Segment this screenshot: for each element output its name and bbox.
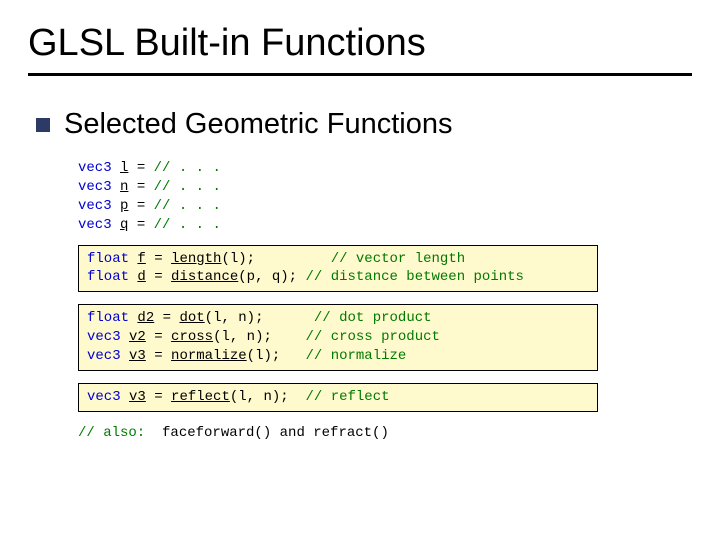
var-v2: v2	[129, 329, 146, 345]
var-v3: v3	[129, 389, 146, 405]
fn-cross: cross	[171, 329, 213, 345]
bullet-text: Selected Geometric Functions	[64, 108, 452, 141]
also-rest: faceforward() and refract()	[145, 425, 389, 441]
cmt: // vector length	[331, 251, 465, 267]
var-f: f	[137, 251, 145, 267]
kw-vec3: vec3	[87, 348, 121, 364]
cmt: // reflect	[305, 389, 389, 405]
kw-float: float	[87, 269, 129, 285]
args: (l, n);	[205, 310, 264, 326]
args: (p, q);	[238, 269, 297, 285]
kw-float: float	[87, 310, 129, 326]
var-d2: d2	[137, 310, 154, 326]
square-bullet-icon	[36, 118, 50, 132]
cmt: // . . .	[154, 179, 221, 195]
cmt: // . . .	[154, 198, 221, 214]
kw-vec3: vec3	[87, 329, 121, 345]
args: (l, n);	[230, 389, 289, 405]
box-dot-cross-normalize: float d2 = dot(l, n); // dot product vec…	[78, 304, 598, 371]
body-area: Selected Geometric Functions vec3 l = //…	[0, 84, 720, 443]
decl-block: vec3 l = // . . . vec3 n = // . . . vec3…	[78, 159, 692, 235]
eq: =	[154, 310, 179, 326]
eq: =	[146, 389, 171, 405]
title-underline	[28, 73, 692, 76]
kw-vec3: vec3	[78, 217, 112, 233]
eq: =	[128, 160, 153, 176]
kw-vec3: vec3	[78, 179, 112, 195]
eq: =	[146, 348, 171, 364]
eq: =	[146, 251, 171, 267]
eq: =	[146, 329, 171, 345]
cmt: // dot product	[314, 310, 432, 326]
cmt: // . . .	[154, 217, 221, 233]
title-area: GLSL Built-in Functions	[0, 0, 720, 84]
var-v3: v3	[129, 348, 146, 364]
args: (l);	[221, 251, 255, 267]
kw-vec3: vec3	[78, 160, 112, 176]
fn-dot: dot	[179, 310, 204, 326]
box-reflect: vec3 v3 = reflect(l, n); // reflect	[78, 383, 598, 412]
eq: =	[146, 269, 171, 285]
code-area: vec3 l = // . . . vec3 n = // . . . vec3…	[78, 159, 692, 443]
var-d: d	[137, 269, 145, 285]
fn-length: length	[171, 251, 221, 267]
kw-vec3: vec3	[87, 389, 121, 405]
slide: GLSL Built-in Functions Selected Geometr…	[0, 0, 720, 540]
cmt: // . . .	[154, 160, 221, 176]
cmt: // cross product	[305, 329, 439, 345]
eq: =	[128, 179, 153, 195]
also-line: // also: faceforward() and refract()	[78, 424, 692, 443]
page-title: GLSL Built-in Functions	[28, 22, 692, 65]
cmt-also: // also:	[78, 425, 145, 441]
kw-float: float	[87, 251, 129, 267]
bullet-row: Selected Geometric Functions	[36, 108, 692, 141]
cmt: // normalize	[306, 348, 407, 364]
fn-normalize: normalize	[171, 348, 247, 364]
args: (l, n);	[213, 329, 272, 345]
box-length-distance: float f = length(l); // vector length fl…	[78, 245, 598, 293]
kw-vec3: vec3	[78, 198, 112, 214]
fn-reflect: reflect	[171, 389, 230, 405]
eq: =	[128, 217, 153, 233]
cmt: // distance between points	[305, 269, 523, 285]
eq: =	[128, 198, 153, 214]
args: (l);	[247, 348, 281, 364]
fn-distance: distance	[171, 269, 238, 285]
